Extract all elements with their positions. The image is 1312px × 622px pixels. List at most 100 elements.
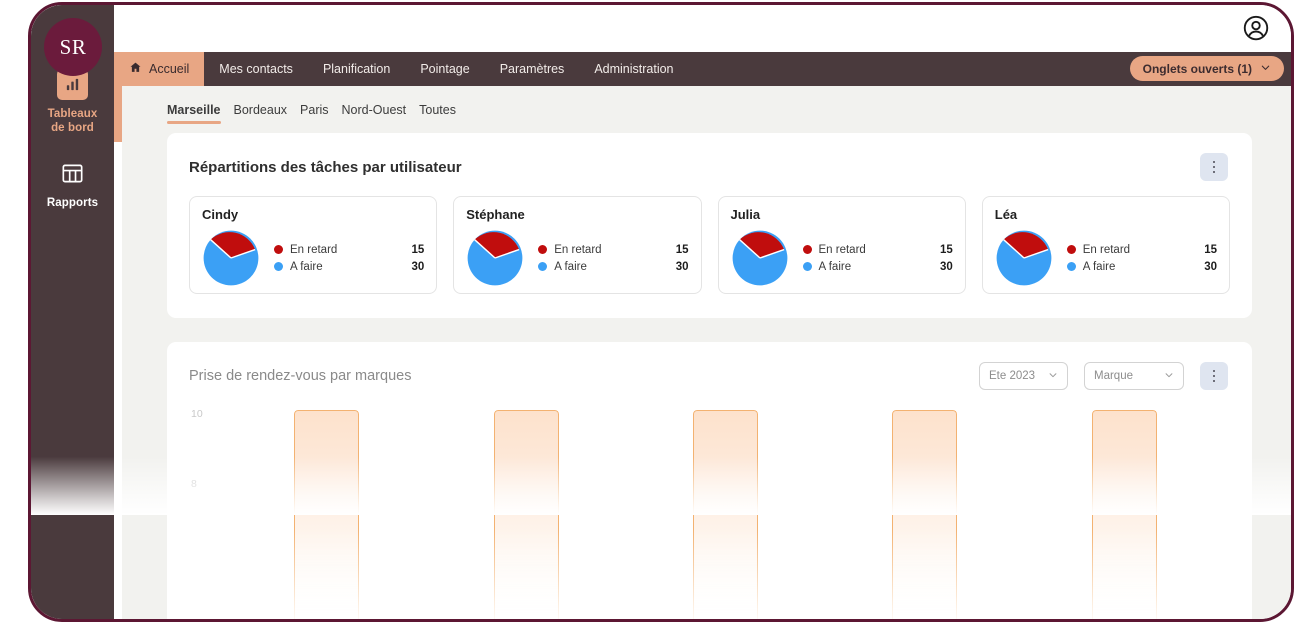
legend-label: A faire (1082, 260, 1116, 273)
legend-color-swatch (802, 262, 812, 271)
tab-bordeaux[interactable]: Bordeaux (234, 103, 288, 124)
legend-label: A faire (818, 260, 852, 273)
user-card-name: Julia (730, 207, 761, 222)
bar[interactable] (692, 410, 758, 619)
tab-toutes[interactable]: Toutes (419, 103, 456, 124)
tab-paris[interactable]: Paris (300, 103, 328, 124)
pie-chart (467, 230, 523, 286)
region-tabs: Marseille Bordeaux Paris Nord-Ouest Tout… (122, 86, 1291, 133)
bar[interactable] (892, 410, 958, 619)
user-card[interactable]: Stéphane En retard 15 A faire 30 (453, 196, 702, 294)
legend-color-swatch (1066, 262, 1076, 271)
open-tabs-label: Onglets ouverts (1) (1142, 61, 1252, 76)
legend-value: 15 (411, 243, 425, 256)
bar[interactable] (1091, 410, 1157, 619)
nav-item-parametres[interactable]: Paramètres (485, 52, 580, 86)
bar[interactable] (294, 410, 360, 619)
pie-chart (996, 230, 1052, 286)
legend-item: A faire 30 (1066, 260, 1217, 273)
legend-item: En retard 15 (1066, 243, 1217, 256)
sidebar: Tableaux de bord Rapports (31, 5, 114, 619)
season-filter-dropdown[interactable]: Ete 2023 (979, 362, 1068, 390)
brand-logo: SR (44, 18, 102, 76)
legend-value: 15 (675, 243, 689, 256)
legend-value: 30 (411, 260, 425, 273)
bar-series (227, 410, 1224, 619)
user-card[interactable]: Cindy En retard 15 A faire 30 (189, 196, 438, 294)
nav-item-label: Planification (322, 62, 391, 76)
legend-value: 30 (939, 260, 953, 273)
y-axis-tick: 10 (191, 408, 203, 420)
nav-item-planification[interactable]: Planification (308, 52, 405, 86)
legend-color-swatch (274, 262, 283, 271)
bar[interactable] (493, 410, 559, 619)
kebab-menu-icon[interactable] (1200, 362, 1228, 390)
tab-nord-ouest[interactable]: Nord-Ouest (342, 103, 407, 124)
device-frame: Tableaux de bord Rapports Accueil Mes co… (28, 2, 1294, 622)
legend: En retard 15 A faire 30 (802, 243, 953, 273)
legend-item: En retard 15 (538, 243, 689, 256)
pie-chart (732, 230, 787, 286)
legend: En retard 15 A faire 30 (274, 244, 424, 273)
legend-item: A faire 30 (538, 260, 689, 273)
panel-header: Répartitions des tâches par utilisateur (167, 133, 1252, 181)
nav-item-accueil[interactable]: Accueil (114, 52, 205, 86)
content-area: Marseille Bordeaux Paris Nord-Ouest Tout… (122, 86, 1291, 619)
main-navigation: Accueil Mes contacts Planification Point… (114, 52, 1291, 86)
sidebar-item-rapports[interactable]: Rapports (31, 136, 114, 210)
top-bar (31, 5, 1291, 52)
panel-title: Prise de rendez-vous par marques (189, 368, 412, 384)
nav-item-label: Administration (594, 62, 674, 76)
legend-value: 30 (1204, 260, 1217, 273)
y-axis-tick: 8 (191, 478, 197, 490)
user-card[interactable]: Léa En retard 15 A faire 30 (981, 196, 1230, 294)
sidebar-item-label: Rapports (46, 196, 99, 209)
legend-label: A faire (554, 260, 587, 273)
panel-header: Prise de rendez-vous par marques Ete 202… (167, 342, 1252, 390)
tab-marseille[interactable]: Marseille (167, 103, 221, 124)
user-card-name: Léa (994, 207, 1018, 222)
legend-item: A faire 30 (274, 261, 424, 273)
nav-item-label: Accueil (149, 62, 190, 76)
brand-filter-dropdown[interactable]: Marque (1084, 362, 1184, 390)
nav-item-mes-contacts[interactable]: Mes contacts (204, 52, 308, 86)
bar-chart: 10 8 (167, 402, 1252, 619)
kebab-menu-icon[interactable] (1200, 153, 1228, 181)
brand-filter-value: Marque (1094, 370, 1133, 382)
brand-monogram: SR (59, 34, 87, 59)
legend-color-swatch (538, 262, 548, 271)
legend-value: 30 (675, 260, 689, 273)
legend-color-swatch (274, 245, 283, 254)
legend-label: En retard (818, 243, 866, 256)
nav-item-administration[interactable]: Administration (579, 52, 688, 86)
legend-item: A faire 30 (802, 260, 953, 273)
user-cards-row: Cindy En retard 15 A faire 30 Stéphane E… (167, 181, 1252, 294)
nav-item-label: Paramètres (499, 62, 565, 76)
legend-value: 15 (1204, 243, 1217, 256)
user-card-name: Stéphane (466, 207, 525, 222)
active-nav-accent (114, 86, 122, 142)
panel-tasks-by-user: Répartitions des tâches par utilisateur … (167, 133, 1252, 318)
panel-appointments-by-brand: Prise de rendez-vous par marques Ete 202… (167, 342, 1252, 619)
chevron-down-icon (1260, 62, 1271, 76)
legend-color-swatch (1066, 245, 1076, 254)
account-circle-icon[interactable] (1241, 13, 1271, 43)
nav-item-label: Mes contacts (219, 62, 293, 76)
nav-item-pointage[interactable]: Pointage (405, 52, 484, 86)
legend-item: En retard 15 (274, 244, 424, 256)
pie-chart (203, 230, 259, 286)
legend-color-swatch (538, 245, 548, 254)
legend-label: En retard (554, 243, 602, 256)
legend-label: A faire (290, 260, 323, 273)
sidebar-item-label: Tableaux de bord (47, 108, 98, 135)
open-tabs-button[interactable]: Onglets ouverts (1) (1129, 56, 1284, 81)
user-card[interactable]: Julia En retard 15 A faire 30 (717, 196, 966, 294)
panel-title: Répartitions des tâches par utilisateur (189, 158, 462, 176)
legend-color-swatch (802, 245, 812, 254)
chevron-down-icon (1164, 370, 1174, 383)
legend-item: En retard 15 (802, 243, 953, 256)
legend-label: En retard (1082, 243, 1131, 256)
nav-item-label: Pointage (420, 62, 470, 76)
legend-label: En retard (290, 243, 338, 256)
legend: En retard 15 A faire 30 (538, 243, 689, 273)
